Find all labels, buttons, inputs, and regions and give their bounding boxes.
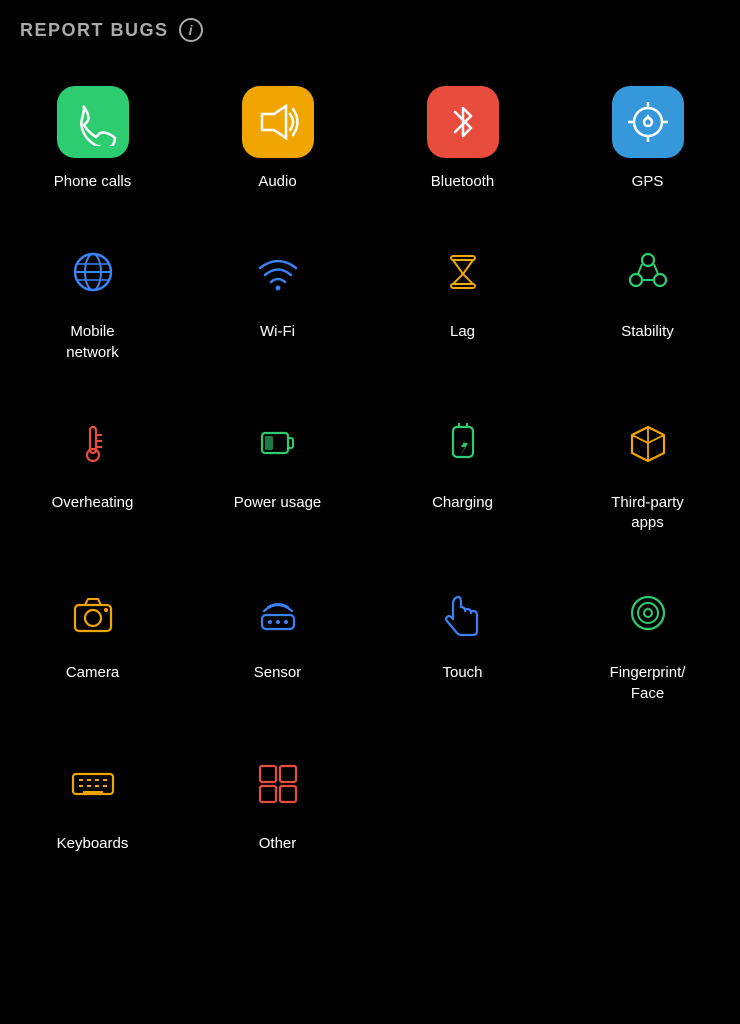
grid-item-stability[interactable]: Stability — [555, 212, 740, 383]
bug-category-grid: Phone calls Audio Bluetooth — [0, 52, 740, 884]
touch-label: Touch — [442, 663, 482, 683]
bluetooth-icon — [439, 98, 487, 146]
stability-icon — [624, 248, 672, 296]
camera-icon-wrapper — [57, 577, 129, 649]
phone-calls-icon — [69, 98, 117, 146]
info-icon[interactable]: i — [179, 18, 203, 42]
grid-item-gps[interactable]: GPS — [555, 62, 740, 212]
stability-label: Stability — [621, 322, 674, 342]
fingerprint-label: Fingerprint/Face — [610, 663, 686, 704]
third-party-icon-wrapper — [612, 407, 684, 479]
stability-icon-wrapper — [612, 236, 684, 308]
sensor-icon — [254, 589, 302, 637]
wifi-icon — [254, 248, 302, 296]
third-party-label: Third-partyapps — [611, 493, 684, 534]
power-usage-label: Power usage — [234, 493, 322, 513]
other-icon-wrapper — [242, 748, 314, 820]
header: REPORT BUGS i — [0, 0, 740, 52]
keyboards-label: Keyboards — [57, 834, 129, 854]
grid-item-power-usage[interactable]: Power usage — [185, 383, 370, 554]
grid-item-other[interactable]: Other — [185, 724, 370, 874]
page-title: REPORT BUGS — [20, 20, 169, 41]
gps-icon-wrapper — [612, 86, 684, 158]
other-icon — [254, 760, 302, 808]
grid-item-keyboards[interactable]: Keyboards — [0, 724, 185, 874]
bluetooth-icon-wrapper — [427, 86, 499, 158]
grid-item-camera[interactable]: Camera — [0, 553, 185, 724]
overheating-icon-wrapper — [57, 407, 129, 479]
gps-icon — [624, 98, 672, 146]
charging-label: Charging — [432, 493, 493, 513]
camera-icon — [69, 589, 117, 637]
audio-icon-wrapper — [242, 86, 314, 158]
lag-icon-wrapper — [427, 236, 499, 308]
charging-icon-wrapper — [427, 407, 499, 479]
other-label: Other — [259, 834, 297, 854]
grid-item-wifi[interactable]: Wi-Fi — [185, 212, 370, 383]
fingerprint-icon — [624, 589, 672, 637]
grid-item-touch[interactable]: Touch — [370, 553, 555, 724]
keyboards-icon-wrapper — [57, 748, 129, 820]
grid-item-charging[interactable]: Charging — [370, 383, 555, 554]
mobile-network-icon-wrapper — [57, 236, 129, 308]
mobile-network-label: Mobilenetwork — [66, 322, 119, 363]
lag-label: Lag — [450, 322, 475, 342]
fingerprint-icon-wrapper — [612, 577, 684, 649]
third-party-icon — [624, 419, 672, 467]
grid-item-audio[interactable]: Audio — [185, 62, 370, 212]
bluetooth-label: Bluetooth — [431, 172, 494, 192]
grid-item-sensor[interactable]: Sensor — [185, 553, 370, 724]
overheating-icon — [69, 419, 117, 467]
grid-item-bluetooth[interactable]: Bluetooth — [370, 62, 555, 212]
lag-icon — [439, 248, 487, 296]
power-usage-icon — [254, 419, 302, 467]
power-usage-icon-wrapper — [242, 407, 314, 479]
grid-item-overheating[interactable]: Overheating — [0, 383, 185, 554]
charging-icon — [439, 419, 487, 467]
touch-icon — [439, 589, 487, 637]
overheating-label: Overheating — [52, 493, 134, 513]
grid-item-third-party[interactable]: Third-partyapps — [555, 383, 740, 554]
sensor-label: Sensor — [254, 663, 302, 683]
sensor-icon-wrapper — [242, 577, 314, 649]
grid-item-lag[interactable]: Lag — [370, 212, 555, 383]
grid-item-fingerprint[interactable]: Fingerprint/Face — [555, 553, 740, 724]
audio-label: Audio — [258, 172, 296, 192]
grid-item-phone-calls[interactable]: Phone calls — [0, 62, 185, 212]
phone-calls-label: Phone calls — [54, 172, 132, 192]
audio-icon — [254, 98, 302, 146]
gps-label: GPS — [632, 172, 664, 192]
wifi-label: Wi-Fi — [260, 322, 295, 342]
mobile-network-icon — [69, 248, 117, 296]
keyboards-icon — [69, 760, 117, 808]
grid-item-mobile-network[interactable]: Mobilenetwork — [0, 212, 185, 383]
wifi-icon-wrapper — [242, 236, 314, 308]
touch-icon-wrapper — [427, 577, 499, 649]
camera-label: Camera — [66, 663, 119, 683]
phone-calls-icon-wrapper — [57, 86, 129, 158]
